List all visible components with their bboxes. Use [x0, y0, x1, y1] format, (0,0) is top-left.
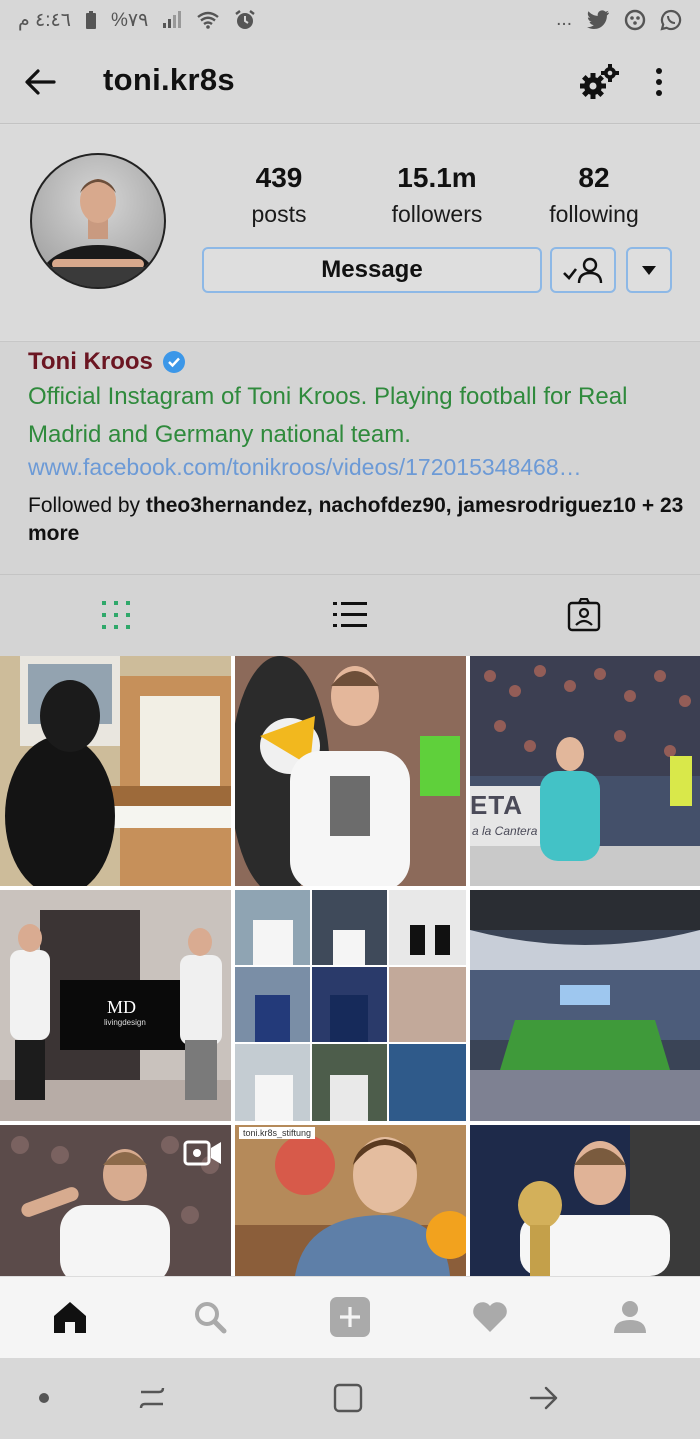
full-name: Toni Kroos	[28, 348, 185, 376]
tagged-icon	[567, 598, 601, 632]
more-dot-icon	[656, 68, 662, 74]
post-image-stadium-crowd	[470, 656, 700, 886]
nav-add-post[interactable]	[330, 1297, 370, 1337]
tab-grid[interactable]	[96, 595, 136, 635]
post-caption-cantera: a la Cantera	[472, 824, 538, 838]
more-options-button[interactable]	[646, 62, 672, 102]
forward-arrow-icon	[529, 1386, 558, 1410]
more-dot-icon	[656, 90, 662, 96]
grid-view-icon	[102, 601, 130, 629]
alarm-clock-icon	[234, 9, 256, 31]
suggestions-dropdown-button[interactable]	[626, 247, 672, 293]
posts-label: posts	[251, 201, 307, 227]
post-thumbnail[interactable]	[470, 1125, 700, 1276]
post-image-piano	[0, 656, 231, 886]
post-image-collage	[235, 890, 466, 1121]
game-icon	[624, 9, 646, 31]
post-image-stadium	[470, 890, 700, 1121]
following-label: following	[549, 201, 639, 227]
following-toggle-button[interactable]	[550, 247, 616, 293]
avatar-photo	[32, 179, 164, 287]
full-name-text: Toni Kroos	[28, 348, 153, 375]
more-notifications-icon: ...	[556, 9, 572, 30]
profile-bio: Toni Kroos Official Instagram of Toni Kr…	[0, 341, 700, 575]
verified-badge-icon	[162, 351, 185, 373]
posts-grid: ETA a la Cantera MD livingdesign toni.kr…	[0, 656, 700, 1276]
nav-search[interactable]	[190, 1297, 230, 1337]
posts-count: 439	[255, 162, 303, 193]
gears-icon	[580, 64, 619, 99]
twitter-icon	[586, 10, 610, 30]
profile-header: 439 posts 15.1m followers 82 following M…	[0, 125, 700, 340]
nav-dot-button[interactable]	[24, 1380, 64, 1416]
post-image-mascot	[235, 656, 466, 886]
post-image-child	[235, 1125, 466, 1276]
status-time: ٤:٤٦ م	[18, 9, 71, 31]
following-check-icon	[563, 257, 603, 284]
post-thumbnail[interactable]	[0, 656, 231, 886]
profile-icon	[614, 1301, 646, 1333]
battery-icon	[85, 10, 97, 30]
followed-by-prefix: Followed by	[28, 494, 146, 517]
search-icon	[195, 1302, 227, 1334]
back-arrow-icon	[25, 69, 56, 95]
nav-profile[interactable]	[610, 1297, 650, 1337]
whatsapp-icon	[660, 9, 682, 31]
more-dot-icon	[656, 79, 662, 85]
options-gear-button[interactable]	[578, 62, 622, 102]
followers-count: 15.1m	[397, 162, 477, 193]
post-thumbnail[interactable]	[0, 1125, 231, 1276]
battery-percent: %٧٩	[110, 9, 149, 31]
recent-apps-icon	[139, 1387, 165, 1409]
post-thumbnail[interactable]: MD livingdesign	[0, 890, 231, 1121]
status-bar-left: ٤:٤٦ م %٧٩	[18, 9, 256, 32]
post-thumbnail[interactable]	[235, 890, 466, 1121]
post-thumbnail[interactable]: ETA a la Cantera	[470, 656, 700, 886]
nav-activity[interactable]	[470, 1297, 510, 1337]
system-navigation-bar	[0, 1358, 700, 1439]
dot-icon	[39, 1393, 49, 1403]
recent-apps-button[interactable]	[132, 1380, 172, 1416]
profile-avatar[interactable]	[30, 153, 166, 289]
following-count: 82	[578, 162, 610, 193]
posts-stat[interactable]: 439 posts	[209, 161, 349, 233]
followed-by-names: theo3hernandez, nachofdez90, jamesrodrig…	[145, 494, 637, 517]
caret-down-icon	[642, 266, 656, 275]
activity-heart-icon	[473, 1302, 507, 1332]
tab-list[interactable]	[330, 595, 370, 635]
add-post-icon	[330, 1297, 370, 1337]
followers-label: followers	[391, 201, 483, 227]
post-caption-eta: ETA	[470, 790, 524, 820]
bottom-navigation	[0, 1276, 700, 1359]
home-square-icon	[333, 1383, 363, 1413]
followers-stat[interactable]: 15.1m followers	[367, 161, 507, 233]
message-button[interactable]: Message	[202, 247, 542, 293]
wifi-icon	[196, 11, 220, 29]
profile-view-tabs	[0, 574, 700, 657]
post-image-trophy	[470, 1125, 700, 1276]
md-logo-sub: livingdesign	[104, 1018, 146, 1027]
md-logo-main: MD	[107, 997, 137, 1017]
post-thumbnail[interactable]: toni.kr8s_stiftung	[235, 1125, 466, 1276]
nav-home[interactable]	[50, 1297, 90, 1337]
bio-description: Official Instagram of Toni Kroos. Playin…	[28, 383, 628, 448]
profile-username: toni.kr8s	[103, 62, 235, 97]
profile-top-bar: toni.kr8s	[0, 40, 700, 124]
home-icon	[54, 1302, 86, 1333]
system-back-button[interactable]	[524, 1380, 564, 1416]
status-bar: ٤:٤٦ م %٧٩ ...	[0, 0, 700, 40]
list-view-icon	[333, 602, 367, 627]
status-bar-right: ...	[556, 9, 682, 31]
tagged-account-label: toni.kr8s_stiftung	[239, 1127, 316, 1139]
back-button[interactable]	[22, 64, 58, 100]
followed-by-text[interactable]: Followed by theo3hernandez, nachofdez90,…	[28, 492, 688, 548]
tab-tagged[interactable]	[564, 595, 604, 635]
following-stat[interactable]: 82 following	[524, 161, 664, 233]
home-button[interactable]	[328, 1380, 368, 1416]
post-thumbnail[interactable]	[470, 890, 700, 1121]
bio-website-link[interactable]: www.facebook.com/tonikroos/videos/172015…	[28, 454, 668, 481]
post-thumbnail[interactable]	[235, 656, 466, 886]
video-camera-icon	[183, 1139, 223, 1172]
signal-icon	[162, 11, 182, 29]
